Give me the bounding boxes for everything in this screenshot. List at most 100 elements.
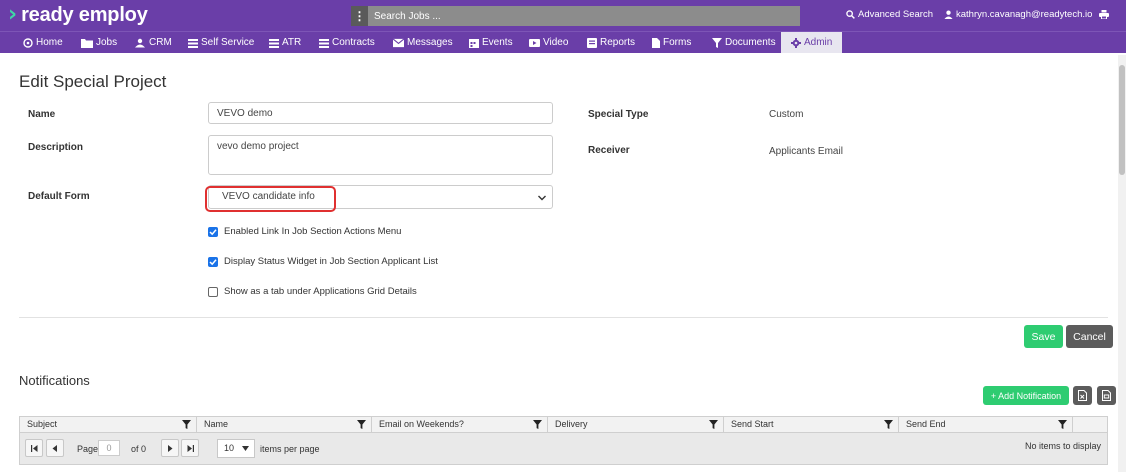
checkbox-enabled-link-label: Enabled Link In Job Section Actions Menu <box>224 226 402 237</box>
column-send-start[interactable]: Send Start <box>724 417 899 432</box>
prev-page-button[interactable] <box>46 439 64 457</box>
nav-documents[interactable]: Documents <box>712 32 776 53</box>
nav-reports-label: Reports <box>600 37 636 48</box>
checkbox-status-widget[interactable]: Display Status Widget in Job Section App… <box>208 256 438 267</box>
list-icon <box>269 38 279 48</box>
export-excel-button[interactable] <box>1073 386 1092 405</box>
nav-forms-label: Forms <box>663 37 692 48</box>
calendar-icon <box>469 38 479 48</box>
video-icon <box>529 38 540 47</box>
filter-icon <box>712 37 722 48</box>
nav-messages[interactable]: Messages <box>393 32 453 53</box>
filter-icon[interactable] <box>182 420 191 429</box>
checkbox-show-as-tab[interactable]: Show as a tab under Applications Grid De… <box>208 286 417 297</box>
nav-self-service-label: Self Service <box>201 37 255 48</box>
page-number-input[interactable]: 0 <box>98 440 120 456</box>
nav-jobs[interactable]: Jobs <box>81 32 117 53</box>
nav-atr[interactable]: ATR <box>269 32 301 53</box>
nav-jobs-label: Jobs <box>96 37 118 48</box>
filter-icon[interactable] <box>533 420 542 429</box>
app-logo[interactable]: › ready employ <box>8 2 148 28</box>
caret-down-icon <box>242 446 249 451</box>
page-size-select[interactable]: 10 <box>217 439 255 458</box>
last-page-icon <box>187 444 194 452</box>
user-menu[interactable]: kathryn.cavanagh@readytech.io <box>944 9 1092 20</box>
checkbox-unchecked-icon[interactable] <box>208 286 218 297</box>
special-type-value: Custom <box>769 109 804 120</box>
checkbox-enabled-link[interactable]: Enabled Link In Job Section Actions Menu <box>208 226 401 237</box>
envelope-icon <box>393 37 404 47</box>
add-notification-button[interactable]: + Add Notification <box>983 386 1069 405</box>
first-page-button[interactable] <box>25 439 43 457</box>
column-send-end[interactable]: Send End <box>899 417 1073 432</box>
nav-messages-label: Messages <box>407 37 453 48</box>
scrollbar-thumb[interactable] <box>1119 65 1125 175</box>
prev-page-icon <box>52 444 57 452</box>
grid-pager: Page 0 of 0 10 items per page No items t… <box>20 433 1107 464</box>
nav-events[interactable]: Events <box>469 32 513 53</box>
checkbox-checked-icon[interactable] <box>208 256 218 267</box>
page-scrollbar[interactable] <box>1118 55 1126 472</box>
gear-icon <box>791 37 801 48</box>
print-button[interactable] <box>1099 10 1109 19</box>
list-icon <box>188 38 198 48</box>
file-icon <box>652 37 660 48</box>
advanced-search-link[interactable]: Advanced Search <box>846 9 933 20</box>
filter-icon[interactable] <box>1058 420 1067 429</box>
column-name-label: Name <box>204 419 229 429</box>
column-send-start-label: Send Start <box>731 419 774 429</box>
notifications-title: Notifications <box>19 373 90 388</box>
default-form-label: Default Form <box>28 191 90 202</box>
nav-events-label: Events <box>482 37 513 48</box>
next-page-button[interactable] <box>161 439 179 457</box>
divider <box>19 317 1108 318</box>
main-nav: Home Jobs CRM Self Service ATR Contracts… <box>0 31 1126 53</box>
nav-admin-label: Admin <box>804 37 833 48</box>
nav-reports[interactable]: Reports <box>587 32 635 53</box>
last-page-button[interactable] <box>181 439 199 457</box>
column-subject[interactable]: Subject <box>20 417 197 432</box>
export-pdf-button[interactable] <box>1097 386 1116 405</box>
user-icon <box>944 10 953 19</box>
nav-home[interactable]: Home <box>23 32 63 53</box>
excel-file-icon <box>1078 390 1087 401</box>
nav-video-label: Video <box>543 37 569 48</box>
items-per-page-label: items per page <box>260 444 320 454</box>
nav-video[interactable]: Video <box>529 32 568 53</box>
description-label: Description <box>28 142 84 153</box>
column-send-end-label: Send End <box>906 419 946 429</box>
description-field[interactable]: vevo demo project <box>208 135 553 175</box>
chevron-down-icon <box>538 195 546 201</box>
checkbox-checked-icon[interactable] <box>208 226 218 237</box>
search-input[interactable] <box>368 6 800 26</box>
report-icon <box>587 37 597 48</box>
filter-icon[interactable] <box>884 420 893 429</box>
column-name[interactable]: Name <box>197 417 372 432</box>
column-email-weekends-label: Email on Weekends? <box>379 419 464 429</box>
nav-contracts-label: Contracts <box>332 37 375 48</box>
filter-icon[interactable] <box>357 420 366 429</box>
nav-admin[interactable]: Admin <box>781 32 843 53</box>
user-email: kathryn.cavanagh@readytech.io <box>956 9 1093 20</box>
search-options-icon[interactable]: ⋮ <box>351 6 368 26</box>
nav-contracts[interactable]: Contracts <box>319 32 375 53</box>
nav-self-service[interactable]: Self Service <box>188 32 254 53</box>
logo-text: ready employ <box>21 4 148 26</box>
users-icon <box>135 38 145 47</box>
logo-chevron-icon: › <box>8 2 18 27</box>
home-icon <box>23 37 33 48</box>
empty-grid-message: No items to display <box>1024 441 1101 451</box>
grid-header: Subject Name Email on Weekends? Delivery… <box>20 417 1107 433</box>
column-delivery[interactable]: Delivery <box>548 417 724 432</box>
pdf-file-icon <box>1102 390 1111 401</box>
nav-crm[interactable]: CRM <box>134 32 172 53</box>
checkbox-show-as-tab-label: Show as a tab under Applications Grid De… <box>224 286 417 297</box>
nav-forms[interactable]: Forms <box>652 32 691 53</box>
print-icon <box>1099 10 1109 19</box>
save-button[interactable]: Save <box>1024 325 1063 348</box>
name-field[interactable]: VEVO demo <box>208 102 553 124</box>
search-icon <box>846 10 855 19</box>
column-email-weekends[interactable]: Email on Weekends? <box>372 417 548 432</box>
cancel-button[interactable]: Cancel <box>1066 325 1113 348</box>
filter-icon[interactable] <box>709 420 718 429</box>
